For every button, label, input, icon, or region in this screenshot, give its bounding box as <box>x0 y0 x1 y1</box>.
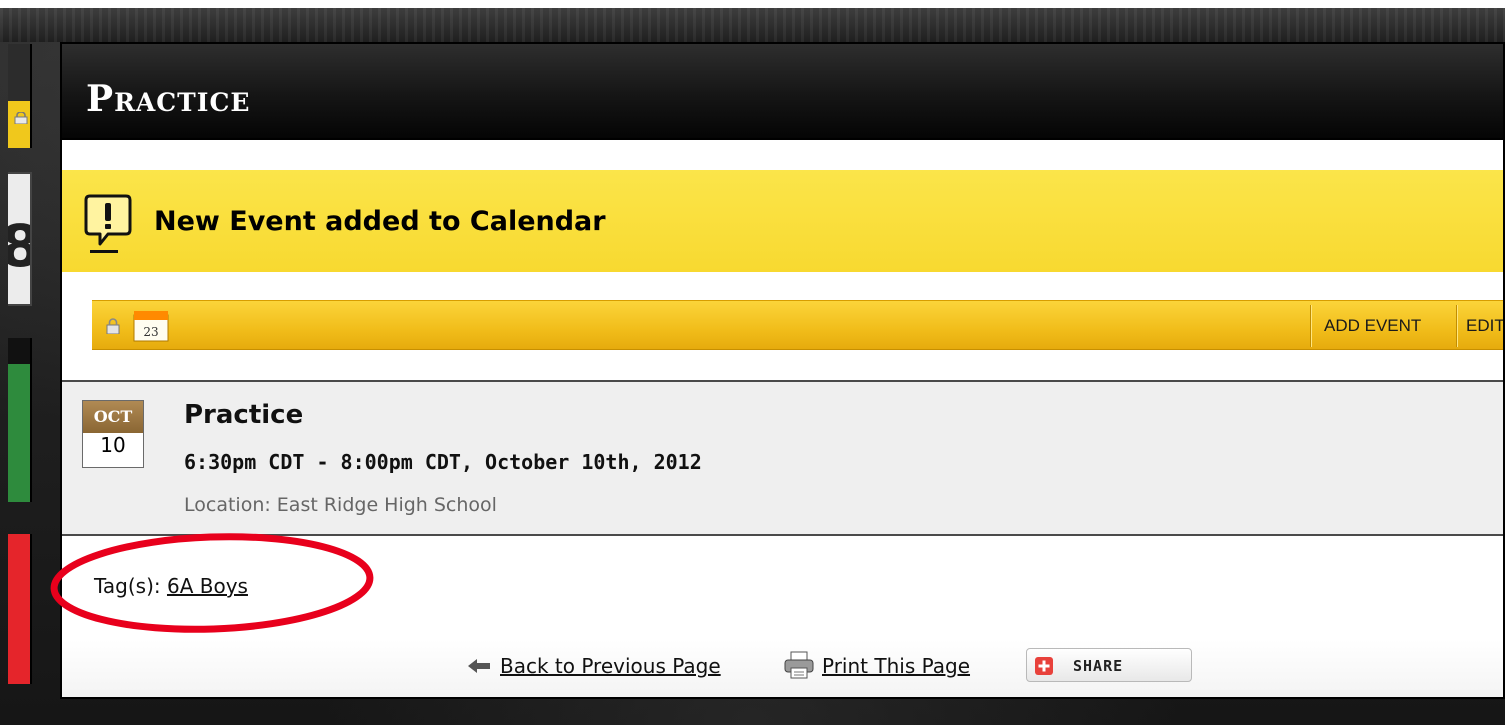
top-border <box>0 0 1505 8</box>
calendar-icon[interactable]: 23 <box>130 305 174 345</box>
alert-speech-bubble-icon <box>84 194 132 253</box>
tags-label: Tag(s): <box>94 574 161 598</box>
calendar-toolbar: 23 ADD EVENT EDIT <box>92 300 1503 350</box>
lock-icon <box>14 112 28 124</box>
success-notice: New Event added to Calendar <box>62 170 1503 272</box>
event-detail: OCT 10 Practice 6:30pm CDT - 8:00pm CDT,… <box>62 380 1503 536</box>
date-badge: OCT 10 <box>82 400 144 468</box>
page-title: Practice <box>86 78 251 120</box>
share-button[interactable]: SHARE <box>1026 648 1192 682</box>
event-time: 6:30pm CDT - 8:00pm CDT, October 10th, 2… <box>184 450 702 474</box>
sidebar-widget-3[interactable] <box>8 338 32 502</box>
page-actions: Back to Previous Page Print This Page SH… <box>62 640 1503 697</box>
date-month: OCT <box>83 401 143 433</box>
event-panel: Practice New Event added to Calendar 23 … <box>60 42 1505 699</box>
toolbar-divider <box>1456 305 1457 347</box>
sidebar-widget-2[interactable]: 8 <box>8 172 32 306</box>
back-link[interactable]: Back to Previous Page <box>500 654 721 678</box>
sidebar-logo-fragment: 8 <box>8 212 30 280</box>
printer-icon <box>784 651 814 679</box>
sidebar-widget-1[interactable] <box>8 44 32 148</box>
calendar-icon-day: 23 <box>143 325 158 339</box>
share-label: SHARE <box>1073 657 1124 675</box>
plus-icon <box>1035 657 1053 675</box>
title-bar: Practice <box>62 44 1503 140</box>
sidebar-widget-header <box>8 338 30 364</box>
tags-row: Tag(s): 6A Boys <box>94 574 248 598</box>
notice-message: New Event added to Calendar <box>154 206 606 237</box>
event-title: Practice <box>184 400 304 430</box>
tag-link[interactable]: 6A Boys <box>167 574 248 598</box>
add-event-button[interactable]: ADD EVENT <box>1324 316 1421 336</box>
toolbar-divider <box>1310 305 1311 347</box>
arrow-left-icon <box>468 659 490 673</box>
date-day: 10 <box>100 433 126 457</box>
edit-button[interactable]: EDIT <box>1466 316 1503 336</box>
lock-icon[interactable] <box>106 318 120 334</box>
print-link[interactable]: Print This Page <box>822 654 970 678</box>
event-location: Location: East Ridge High School <box>184 494 497 516</box>
sidebar-widget-4[interactable] <box>8 534 32 684</box>
